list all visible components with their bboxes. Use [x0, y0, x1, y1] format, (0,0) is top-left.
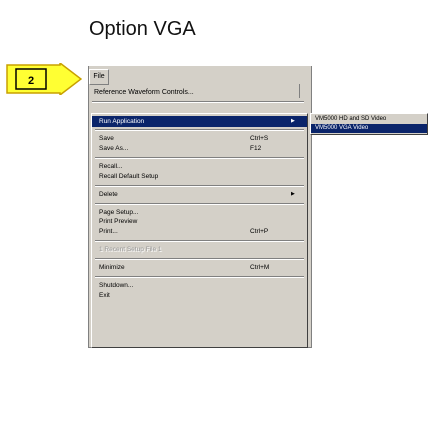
run-application-submenu: VM5000 HD and SD Video VM5000 VGA Video	[310, 113, 428, 135]
submenu-item-vga-video[interactable]: VM5000 VGA Video	[311, 124, 427, 133]
menu-item-print[interactable]: Print... Ctrl+P	[92, 226, 307, 237]
submenu-item-hd-sd-video[interactable]: VM5000 HD and SD Video	[311, 115, 427, 124]
menu-item-label: Save As...	[99, 145, 129, 152]
reference-waveform-controls-item[interactable]: Reference Waveform Controls...	[94, 87, 294, 99]
menu-item-shortcut: Ctrl+P	[250, 228, 269, 235]
menu-item-label: 1 Recent Setup File 1	[99, 246, 162, 253]
file-dropdown-menu: Run Application ▶ Save Ctrl+S Save As...…	[91, 113, 308, 348]
step-callout-arrow-icon	[6, 63, 82, 95]
menu-item-label: Delete	[99, 191, 118, 198]
menu-item-label: Recall Default Setup	[99, 173, 159, 180]
menu-item-recall-default-setup[interactable]: Recall Default Setup	[92, 171, 307, 182]
menu-item-exit[interactable]: Exit	[92, 290, 307, 301]
menu-item-label: Exit	[99, 292, 110, 299]
menu-separator	[95, 258, 304, 260]
menubar-file[interactable]: File	[89, 69, 109, 85]
menu-item-minimize[interactable]: Minimize Ctrl+M	[92, 262, 307, 273]
menu-item-delete[interactable]: Delete ▶	[92, 189, 307, 200]
step-number: 2	[27, 75, 35, 87]
submenu-item-label: VM5000 HD and SD Video	[315, 116, 387, 122]
window-divider	[299, 84, 300, 98]
menu-separator	[95, 185, 304, 187]
menubar-file-label: File	[93, 73, 105, 80]
menu-separator	[95, 129, 304, 131]
top-separator	[92, 101, 304, 103]
submenu-arrow-icon: ▶	[291, 118, 295, 124]
menu-item-label: Print...	[99, 228, 118, 235]
submenu-arrow-icon: ▶	[291, 191, 295, 197]
menu-item-recent-setup-file: 1 Recent Setup File 1	[92, 244, 307, 255]
menu-item-label: Run Application	[99, 118, 145, 125]
page-heading: Option VGA	[89, 18, 196, 40]
menu-item-run-application[interactable]: Run Application ▶	[92, 116, 307, 127]
menu-separator	[95, 203, 304, 205]
menu-separator	[95, 240, 304, 242]
menu-separator	[95, 276, 304, 278]
menu-separator	[95, 157, 304, 159]
menu-item-label: Minimize	[99, 264, 125, 271]
menu-item-shortcut: F12	[250, 145, 262, 152]
menu-item-shortcut: Ctrl+M	[250, 264, 270, 271]
submenu-item-label: VM5000 VGA Video	[315, 125, 369, 131]
menu-item-save-as[interactable]: Save As... F12	[92, 143, 307, 154]
